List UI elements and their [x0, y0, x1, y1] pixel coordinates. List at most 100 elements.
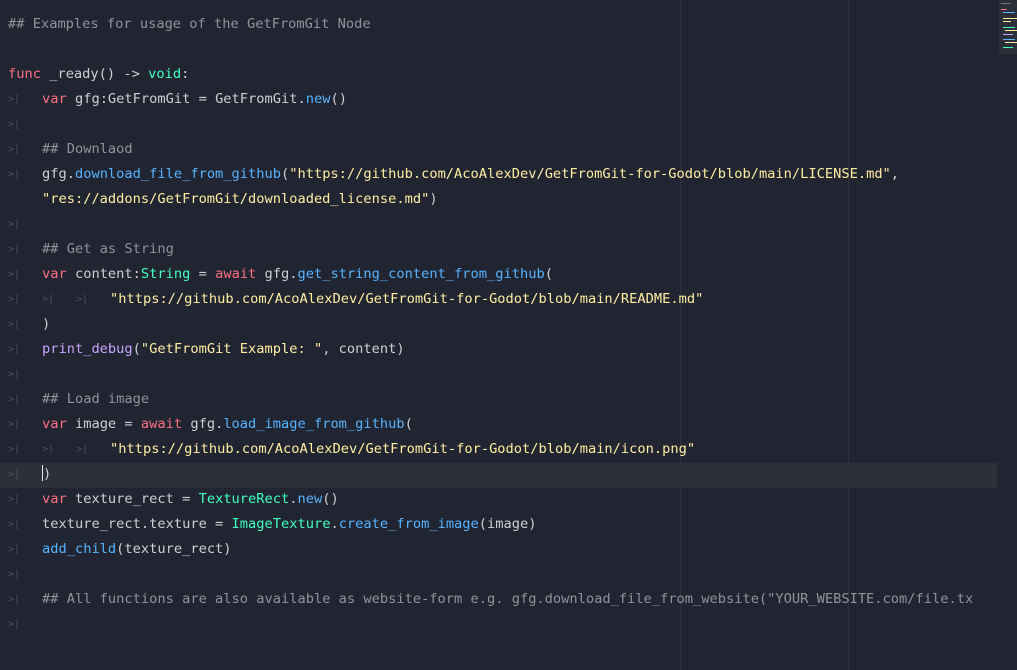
code-token: ()	[330, 91, 347, 107]
code-token: await	[215, 266, 257, 282]
code-token: get_string_content_from_github	[297, 266, 545, 282]
code-token: , content)	[322, 341, 405, 357]
code-token: "GetFromGit Example: "	[140, 341, 323, 357]
code-text: )	[42, 312, 50, 337]
code-line[interactable]: >|)	[0, 312, 997, 337]
code-token: void	[148, 66, 182, 82]
code-token: gfg.	[256, 266, 298, 282]
code-token: ()	[322, 491, 339, 507]
code-token: TextureRect	[198, 491, 290, 507]
code-token: ## All functions are also available as w…	[42, 591, 974, 607]
code-token: func	[8, 66, 41, 82]
code-text: print_debug("GetFromGit Example: ", cont…	[42, 337, 405, 362]
tab-marker: >|	[8, 619, 21, 630]
tab-marker: >|	[76, 444, 89, 455]
code-line[interactable]: >|	[0, 362, 997, 387]
code-token: download_file_from_github	[74, 166, 281, 182]
code-line[interactable]: "res://addons/GetFromGit/downloaded_lice…	[0, 187, 997, 212]
minimap[interactable]	[999, 0, 1017, 54]
code-text: gfg.download_file_from_github("https://g…	[42, 162, 899, 187]
code-text: "https://github.com/AcoAlexDev/GetFromGi…	[110, 437, 695, 462]
code-line[interactable]: >| texture_rect.texture = ImageTexture.cr…	[0, 512, 997, 537]
code-text: ## Load image	[42, 387, 149, 412]
code-line[interactable]: ## Examples for usage of the GetFromGit …	[0, 12, 997, 37]
code-line[interactable]: >|	[0, 212, 997, 237]
tab-marker: >|	[8, 494, 21, 505]
code-token: _ready() ->	[40, 66, 149, 82]
code-text: )	[42, 462, 51, 487]
code-token: print_debug	[42, 341, 133, 357]
code-token: gfg:GetFromGit = GetFromGit.	[66, 91, 306, 107]
tab-marker: >|	[8, 119, 21, 130]
code-token: gfg.	[42, 166, 75, 182]
code-token: String	[140, 266, 191, 282]
tab-marker: >|	[8, 444, 21, 455]
code-token: texture_rect.texture =	[42, 516, 232, 532]
code-token: var	[42, 91, 67, 107]
code-text: var content:String = await gfg.get_strin…	[42, 262, 553, 287]
tab-marker: >|	[8, 169, 21, 180]
code-line[interactable]: >| var image = await gfg.load_image_from_…	[0, 412, 997, 437]
code-text: "res://addons/GetFromGit/downloaded_lice…	[42, 187, 438, 212]
code-token: create_from_image	[338, 516, 479, 532]
code-token: ImageTexture	[231, 516, 331, 532]
code-line[interactable]: >| var content:String = await gfg.get_str…	[0, 262, 997, 287]
code-text: ## All functions are also available as w…	[42, 587, 973, 612]
code-token: .	[289, 491, 298, 507]
tab-marker: >|	[8, 269, 21, 280]
code-text: texture_rect.texture = ImageTexture.crea…	[42, 512, 536, 537]
code-lines[interactable]: ## Examples for usage of the GetFromGit …	[0, 12, 997, 637]
tab-marker: >|	[8, 344, 21, 355]
code-text: ## Downlaod	[42, 137, 133, 162]
code-token: (	[404, 416, 413, 432]
code-line[interactable]: >|	[0, 562, 997, 587]
code-line[interactable]: >| ## All functions are also available as…	[0, 587, 997, 612]
code-token: (	[544, 266, 553, 282]
tab-marker: >|	[8, 144, 21, 155]
code-line[interactable]: >| add_child(texture_rect)	[0, 537, 997, 562]
tab-marker: >|	[8, 544, 21, 555]
code-line[interactable]: func _ready() -> void:	[0, 62, 997, 87]
code-token: var	[42, 491, 67, 507]
code-text: ## Get as String	[42, 237, 174, 262]
code-line[interactable]: >|	[0, 612, 997, 637]
code-text: var gfg:GetFromGit = GetFromGit.new()	[42, 87, 347, 112]
code-token: image =	[66, 416, 141, 432]
code-token: ## Load image	[42, 391, 150, 407]
code-token: )	[429, 191, 438, 207]
code-line[interactable]: >| ## Get as String	[0, 237, 997, 262]
code-line[interactable]: >|	[0, 112, 997, 137]
code-line[interactable]	[0, 37, 997, 62]
code-token: ,	[890, 166, 900, 182]
code-token: gfg.	[182, 416, 224, 432]
tab-marker: >|	[8, 319, 21, 330]
tab-marker: >|	[8, 394, 21, 405]
tab-marker: >|	[8, 469, 21, 480]
code-line[interactable]: >| >| >| "https://github.com/AcoAlexDev/Get…	[0, 287, 997, 312]
code-line[interactable]: >|)	[0, 462, 997, 487]
code-line[interactable]: >| ## Load image	[0, 387, 997, 412]
tab-marker: >|	[42, 294, 55, 305]
code-token: "https://github.com/AcoAlexDev/GetFromGi…	[110, 291, 704, 307]
tab-marker: >|	[8, 519, 21, 530]
code-text: add_child(texture_rect)	[42, 537, 232, 562]
code-line[interactable]: >| print_debug("GetFromGit Example: ", co…	[0, 337, 997, 362]
code-token: (image)	[478, 516, 537, 532]
code-token: "https://github.com/AcoAlexDev/GetFromGi…	[110, 441, 696, 457]
code-line[interactable]: >| >| >| "https://github.com/AcoAlexDev/Get…	[0, 437, 997, 462]
code-token: .	[330, 516, 339, 532]
code-token: (	[132, 341, 141, 357]
code-token: content:	[66, 266, 141, 282]
code-line[interactable]: >| ## Downlaod	[0, 137, 997, 162]
tab-marker: >|	[8, 294, 21, 305]
code-line[interactable]: >| var texture_rect = TextureRect.new()	[0, 487, 997, 512]
code-token: ## Get as String	[42, 241, 174, 257]
code-line[interactable]: >| var gfg:GetFromGit = GetFromGit.new()	[0, 87, 997, 112]
code-line[interactable]: >| gfg.download_file_from_github("https:/…	[0, 162, 997, 187]
code-editor[interactable]: ## Examples for usage of the GetFromGit …	[0, 0, 1017, 670]
code-token: var	[42, 416, 67, 432]
tab-marker: >|	[8, 244, 21, 255]
tab-marker: >|	[8, 569, 21, 580]
code-token: =	[190, 266, 216, 282]
tab-marker: >|	[8, 419, 21, 430]
